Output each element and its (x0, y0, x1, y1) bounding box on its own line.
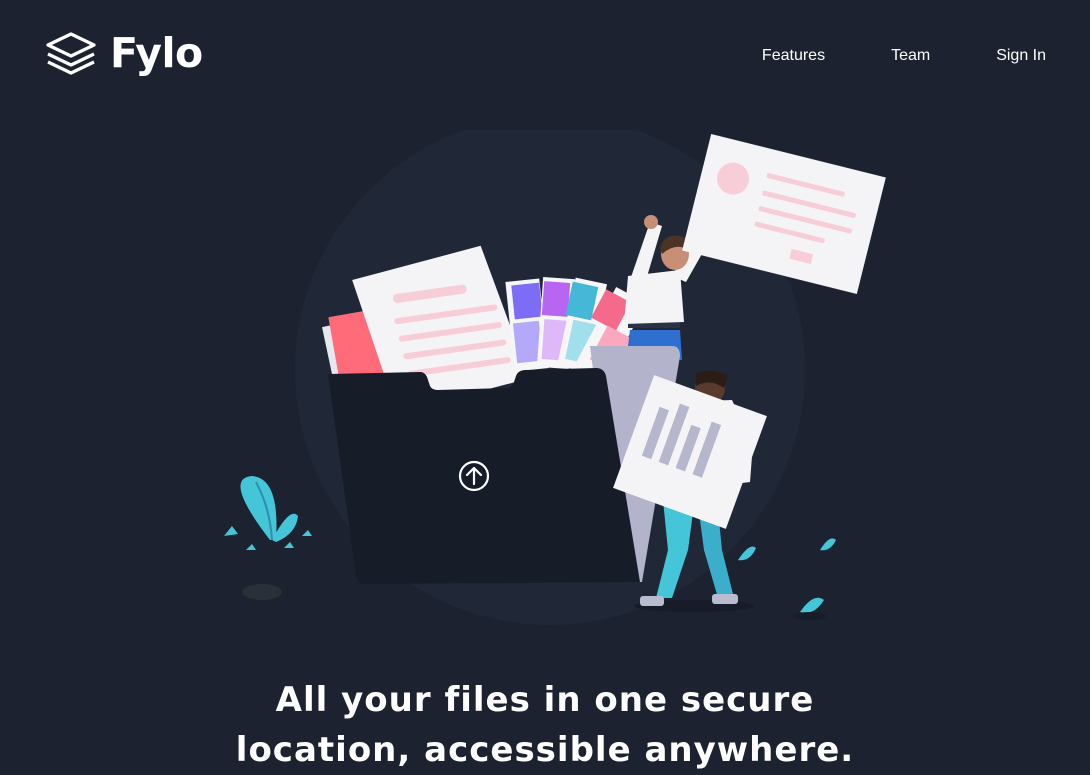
files-folder-illustration (224, 130, 886, 625)
hero-headline-line-1: All your files in one secure (275, 679, 815, 720)
leaf-decorations (738, 538, 836, 620)
stacked-layers-icon (46, 32, 96, 75)
site-header: Fylo Features Team Sign In (0, 0, 1090, 110)
folder-front (328, 368, 640, 584)
main-nav: Features Team Sign In (696, 46, 1046, 66)
plant-illustration (224, 476, 312, 600)
nav-link-team[interactable]: Team (891, 46, 930, 66)
nav-link-features[interactable]: Features (762, 46, 825, 66)
brand-name: Fylo (110, 28, 203, 77)
hero-headline-line-2: location, accessible anywhere. (235, 729, 855, 770)
nav-link-sign-in[interactable]: Sign In (996, 46, 1046, 66)
hero-headline: All your files in one secure location, a… (0, 675, 1090, 775)
logo[interactable]: Fylo (44, 28, 203, 78)
